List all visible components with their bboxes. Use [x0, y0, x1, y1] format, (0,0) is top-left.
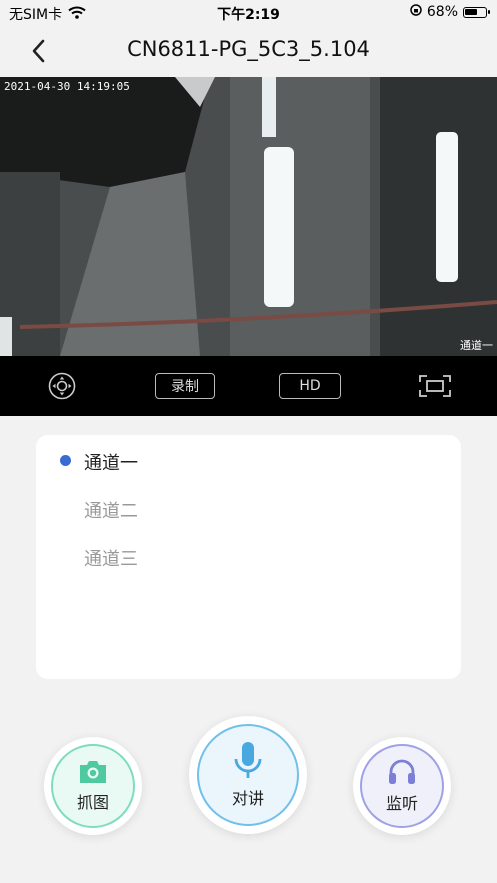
- capture-inner: 抓图: [51, 744, 135, 828]
- selected-dot: [60, 455, 71, 466]
- talk-button[interactable]: 对讲: [189, 716, 307, 834]
- talk-inner: 对讲: [197, 724, 299, 826]
- battery-icon: [463, 6, 490, 18]
- talk-label: 对讲: [231, 789, 264, 808]
- video-view[interactable]: 2021-04-30 14:19:05 通道一: [0, 77, 497, 356]
- video-control-bar: 录制 HD: [0, 356, 497, 416]
- status-right: 68%: [410, 4, 490, 20]
- fullscreen-button[interactable]: [419, 375, 451, 401]
- camera-feed-image: [0, 77, 497, 356]
- headphones-icon: [389, 759, 415, 784]
- fullscreen-icon: [419, 375, 451, 397]
- monitor-inner: 监听: [360, 744, 444, 828]
- nav-bar: CN6811-PG_5C3_5.104: [0, 26, 497, 76]
- video-channel-label: 通道一: [460, 339, 493, 352]
- channel-item-2[interactable]: 通道二: [84, 497, 138, 523]
- hd-button[interactable]: HD: [279, 373, 341, 399]
- camera-icon: [80, 761, 106, 783]
- ptz-control-button[interactable]: [48, 372, 76, 404]
- monitor-label: 监听: [385, 794, 418, 813]
- record-button[interactable]: 录制: [155, 373, 215, 399]
- page-title: CN6811-PG_5C3_5.104: [127, 37, 370, 61]
- battery-percent: 68%: [426, 4, 458, 20]
- channel-list-card: 通道一 通道二 通道三: [36, 435, 461, 679]
- microphone-icon: [234, 742, 262, 778]
- channel-item-3[interactable]: 通道三: [84, 545, 138, 571]
- monitor-button[interactable]: 监听: [353, 737, 451, 835]
- orientation-lock-icon: [410, 4, 422, 20]
- capture-label: 抓图: [76, 793, 109, 812]
- ptz-icon: [48, 372, 76, 400]
- video-timestamp: 2021-04-30 14:19:05: [4, 80, 130, 93]
- status-bar: 无SIM卡 下午2:19 68%: [0, 0, 497, 26]
- channel-item-1[interactable]: 通道一: [84, 449, 138, 475]
- capture-button[interactable]: 抓图: [44, 737, 142, 835]
